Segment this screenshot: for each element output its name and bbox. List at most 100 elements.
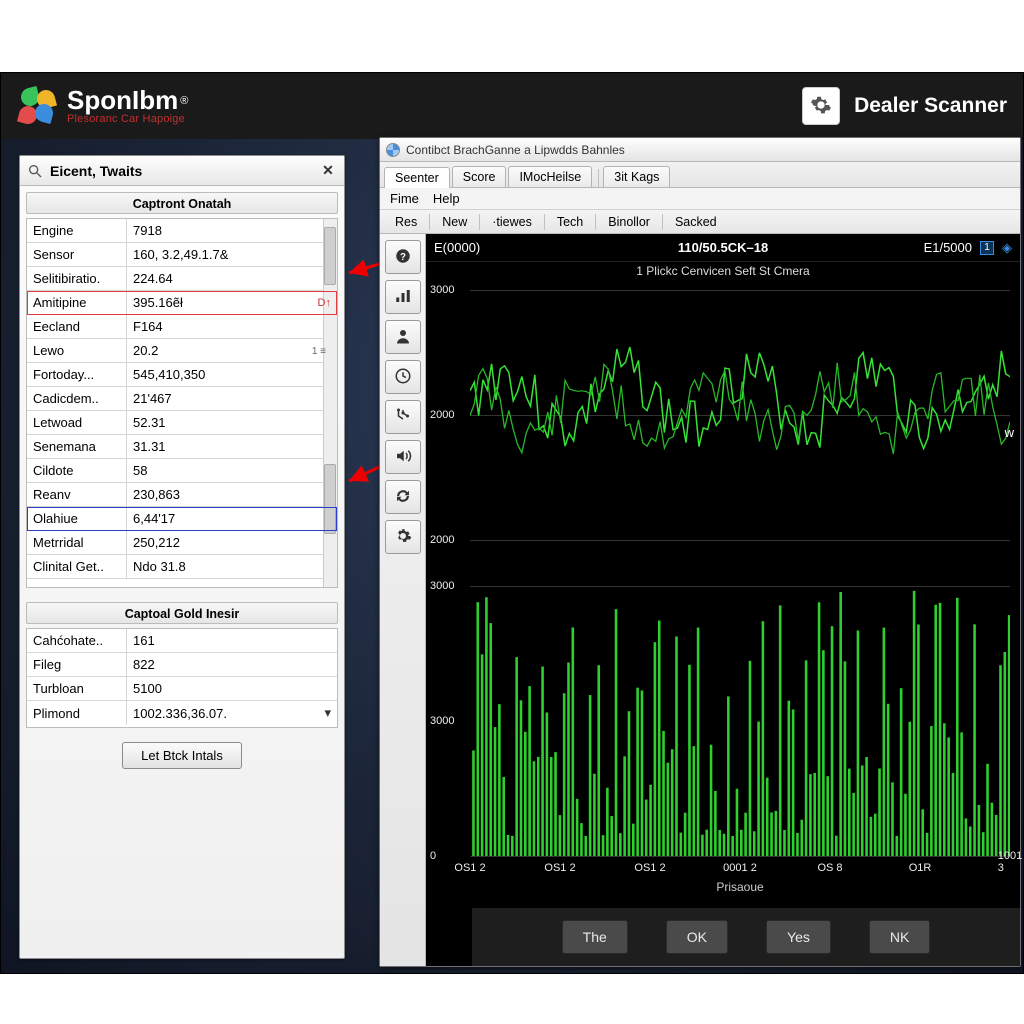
- status-left: E(0000): [434, 240, 480, 255]
- table-row[interactable]: Selitibiratio.224.64: [27, 267, 337, 291]
- let-btck-button[interactable]: Let Btck Intals: [122, 742, 242, 769]
- user-icon: [394, 327, 412, 348]
- table-row[interactable]: Senemana31.31: [27, 435, 337, 459]
- scrollbar-thumb[interactable]: [324, 227, 336, 285]
- toolitem-2[interactable]: ·tiewes: [483, 212, 541, 232]
- x-caption: Prisaoue: [716, 880, 763, 894]
- table-row[interactable]: Sensor160, 3.2,49.1.7&: [27, 243, 337, 267]
- logo-icon: [17, 86, 57, 126]
- tab-imocheilse[interactable]: IMocHeilse: [508, 166, 592, 187]
- table-row[interactable]: Metrridal250,212: [27, 531, 337, 555]
- table-row[interactable]: Cadicdem..21'467: [27, 387, 337, 411]
- plot-header: E(0000) 110/50.5CK–18 E1/5000 1 ◈: [426, 234, 1020, 262]
- row-value: 20.2: [127, 339, 337, 362]
- xtick: OS1 2: [544, 862, 575, 874]
- section2-header: Captoal Gold Inesir: [26, 602, 338, 624]
- app-frame: SponIbm® Plesoranc Car Hapoige Dealer Sc…: [0, 72, 1024, 974]
- signal-button[interactable]: [385, 280, 421, 314]
- row-value: 58: [127, 459, 337, 482]
- table-row[interactable]: EeclandF164: [27, 315, 337, 339]
- content-window: Contibct BrachGanne a Lipwdds Bahnles Se…: [379, 137, 1021, 967]
- table-row[interactable]: Cildote58: [27, 459, 337, 483]
- volume-button[interactable]: [385, 440, 421, 474]
- table-row[interactable]: Fileg822: [27, 653, 337, 677]
- sidebar-panel: Eicent, Twaits ✕ Captront Onatah Engine7…: [19, 155, 345, 959]
- row-value: F164: [127, 315, 337, 338]
- signal-icon: [394, 287, 412, 308]
- row-label: Letwoad: [27, 411, 127, 434]
- tab-seenter[interactable]: Seenter: [384, 167, 450, 188]
- chart-top[interactable]: 3000 2000 2000 w: [470, 290, 1010, 540]
- table-section2: Cahćohate..161Fileg822Turbloan5100Plimon…: [26, 628, 338, 728]
- toolitem-0[interactable]: Res: [386, 212, 426, 232]
- row-label: Engine: [27, 219, 127, 242]
- ytick: 2000: [430, 534, 454, 546]
- window-icon: [386, 143, 400, 157]
- tab-score[interactable]: Score: [452, 166, 507, 187]
- xtick: OS 8: [817, 862, 842, 874]
- plot-subcaption: 1 Plickc Cenvicen Seft St Cmera: [636, 264, 809, 278]
- toolitem-1[interactable]: New: [433, 212, 476, 232]
- settings-button[interactable]: [802, 87, 840, 125]
- table-row[interactable]: Turbloan5100: [27, 677, 337, 701]
- table-row[interactable]: Fortoday...545,410,350: [27, 363, 337, 387]
- button-ok[interactable]: OK: [666, 920, 728, 954]
- diamond-icon[interactable]: ◈: [1002, 240, 1012, 256]
- toolitem-4[interactable]: Binollor: [599, 212, 659, 232]
- gear-icon: [394, 527, 412, 548]
- indicator-1[interactable]: 1: [980, 241, 994, 255]
- chart-bottom[interactable]: 3000 3000 0 OS1 2OS1 2OS1 20001 2OS 8O1R…: [470, 586, 1010, 856]
- cycle-button[interactable]: [385, 480, 421, 514]
- table-row[interactable]: Engine7918: [27, 219, 337, 243]
- clock-button[interactable]: [385, 360, 421, 394]
- row-label: Senemana: [27, 435, 127, 458]
- row-value: 1002.336,36.07.▾: [127, 701, 337, 725]
- table-row[interactable]: Amitipine395.16ẽłD↑: [27, 291, 337, 315]
- table-row[interactable]: Letwoad52.31: [27, 411, 337, 435]
- row-label: Cadicdem..: [27, 387, 127, 410]
- row-label: Metrridal: [27, 531, 127, 554]
- sidebar-title-bar: Eicent, Twaits ✕: [20, 156, 344, 186]
- brand-name: SponIbm: [67, 85, 178, 115]
- button-the[interactable]: The: [562, 920, 628, 954]
- window-title: Contibct BrachGanne a Lipwdds Bahnles: [406, 143, 625, 157]
- branch-button[interactable]: [385, 400, 421, 434]
- row-label: Turbloan: [27, 677, 127, 700]
- logo-block: SponIbm® Plesoranc Car Hapoige: [17, 86, 188, 126]
- close-button[interactable]: ✕: [318, 161, 338, 181]
- toolitem-3[interactable]: Tech: [548, 212, 592, 232]
- table-row[interactable]: Plimond1002.336,36.07.▾: [27, 701, 337, 725]
- button-yes[interactable]: Yes: [766, 920, 831, 954]
- row-value: 250,212: [127, 531, 337, 554]
- button-nk[interactable]: NK: [869, 920, 930, 954]
- table-row[interactable]: Lewo20.2: [27, 339, 337, 363]
- ytick: 3000: [430, 580, 454, 592]
- row-flag: D↑: [318, 297, 331, 309]
- row-value: 31.31: [127, 435, 337, 458]
- row-label: Reanv: [27, 483, 127, 506]
- table-row[interactable]: Cahćohate..161: [27, 629, 337, 653]
- clock-icon: [394, 367, 412, 388]
- chevron-down-icon[interactable]: ▾: [324, 705, 331, 721]
- row-value: 52.31: [127, 411, 337, 434]
- gear-button[interactable]: [385, 520, 421, 554]
- xtick: OS1 2: [634, 862, 665, 874]
- menu-help[interactable]: Help: [433, 191, 460, 206]
- table-row[interactable]: Clinital Get..Ndo 31.8: [27, 555, 337, 579]
- plot-row: ? E(0000) 110/50.5CK–18 E1/5000 1 ◈ 1 Pl…: [380, 234, 1020, 966]
- row-value: 395.16ẽłD↑: [127, 291, 337, 314]
- user-button[interactable]: [385, 320, 421, 354]
- row-badge: 1 ≡: [312, 346, 326, 357]
- scrollbar-track[interactable]: [323, 219, 337, 587]
- row-label: Plimond: [27, 701, 127, 725]
- toolitem-5[interactable]: Sacked: [666, 212, 726, 232]
- footer-button-row: The OK Yes NK: [472, 908, 1020, 966]
- xtick: 1001 3: [998, 850, 1022, 874]
- table-row[interactable]: Olahiue6,44'17: [27, 507, 337, 531]
- menu-fime[interactable]: Fime: [390, 191, 419, 206]
- tab-3it kags[interactable]: 3it Kags: [603, 166, 670, 187]
- table-row[interactable]: Reanv230,863: [27, 483, 337, 507]
- section1-header: Captront Onatah: [26, 192, 338, 214]
- status-right: E1/5000: [924, 240, 972, 255]
- help-button[interactable]: ?: [385, 240, 421, 274]
